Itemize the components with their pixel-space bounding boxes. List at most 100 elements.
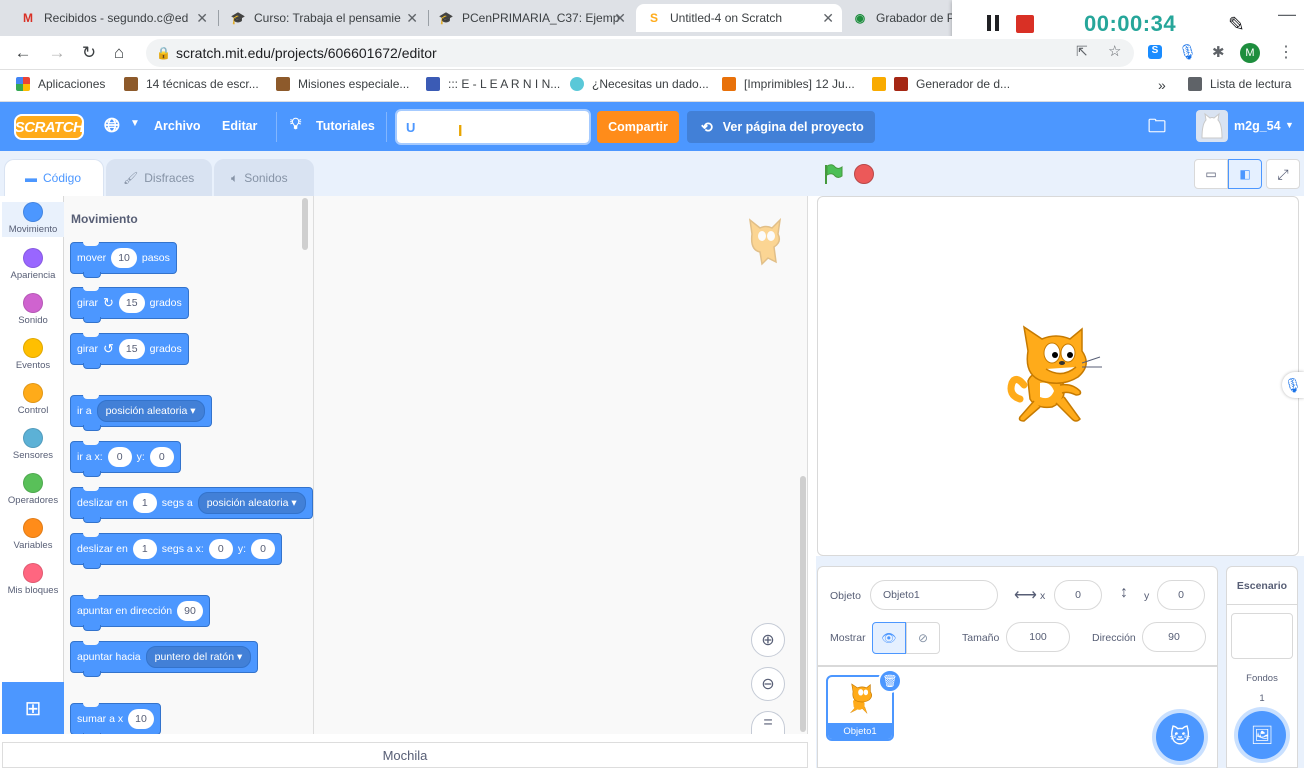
backpack-bar[interactable]: Mochila — [2, 742, 808, 768]
star-icon[interactable]: ☆ — [1108, 42, 1121, 60]
bookmark-tecnicas[interactable]: 14 técnicas de escr... — [124, 77, 259, 91]
browser-tab-gmail[interactable]: M Recibidos - segundo.c@ed ✕ — [10, 4, 216, 32]
microphone-extension-icon[interactable]: 🎙 — [1178, 43, 1197, 61]
block-go-to-xy[interactable]: ir a x: 0 y: 0 — [70, 441, 181, 477]
username[interactable]: m2g_54 — [1234, 119, 1281, 133]
user-avatar[interactable] — [1196, 110, 1228, 142]
choose-backdrop-button[interactable]: 🖼︎ — [1238, 711, 1286, 759]
bookmark-dado[interactable]: ¿Necesitas un dado... — [570, 77, 709, 91]
code-workspace[interactable] — [314, 196, 808, 734]
browser-tab-course[interactable]: 🎓 Curso: Trabaja el pensamie ✕ — [220, 4, 426, 32]
size-input[interactable]: 100 — [1006, 622, 1070, 652]
category-looks[interactable]: Apariencia — [2, 248, 64, 281]
close-icon[interactable]: ✕ — [614, 10, 626, 27]
extensions-puzzle-icon[interactable]: ✱ — [1212, 43, 1225, 61]
block-input[interactable]: 1 — [132, 539, 157, 559]
reading-list[interactable]: Lista de lectura — [1188, 77, 1291, 91]
delete-sprite-button[interactable]: 🗑︎ — [878, 669, 902, 693]
block-dropdown[interactable]: posición aleatoria ▾ — [197, 492, 306, 514]
microphone-icon[interactable]: 🎙 — [1282, 372, 1304, 398]
show-sprite-button[interactable]: 👁︎ — [872, 622, 906, 654]
my-stuff-folder-icon[interactable]: 🗀︎ — [1148, 114, 1166, 144]
stop-sign-button[interactable] — [854, 164, 874, 184]
browser-tab-pcenprimaria[interactable]: 🎓 PCenPRIMARIA_C37: Ejemp ✕ — [428, 4, 634, 32]
tab-costumes[interactable]: 🖌︎ Disfraces — [106, 159, 212, 197]
category-variables[interactable]: Variables — [2, 518, 64, 551]
close-icon[interactable]: ✕ — [822, 10, 834, 27]
category-sound[interactable]: Sonido — [2, 293, 64, 326]
category-motion[interactable]: Movimiento — [2, 202, 64, 237]
block-input[interactable]: 90 — [177, 601, 203, 621]
green-flag-button[interactable] — [822, 163, 844, 188]
block-input[interactable]: 10 — [128, 709, 154, 729]
sprite-name-input[interactable]: Objeto1 — [870, 580, 998, 610]
bookmark-generador[interactable]: Generador de d... — [872, 77, 1010, 91]
y-input[interactable]: 0 — [1157, 580, 1205, 610]
category-events[interactable]: Eventos — [2, 338, 64, 371]
brush-icon[interactable]: ✎ — [1228, 12, 1245, 37]
share-page-icon[interactable]: ⇱ — [1076, 43, 1088, 60]
block-point-towards[interactable]: apuntar hacia puntero del ratón ▾ — [70, 641, 259, 677]
small-stage-button[interactable]: ▭ — [1194, 159, 1228, 189]
bookmark-misiones[interactable]: Misiones especiale... — [276, 77, 409, 91]
block-point-in-direction[interactable]: apuntar en dirección 90 — [70, 595, 210, 631]
fullscreen-button[interactable]: ⤢ — [1266, 159, 1300, 189]
cat-sprite[interactable] — [1006, 325, 1106, 432]
stop-button[interactable] — [1016, 15, 1034, 33]
block-input[interactable]: 15 — [118, 339, 145, 359]
stage-canvas[interactable] — [817, 196, 1299, 556]
bookmark-elearning[interactable]: ::: E - L E A R N I N... — [426, 77, 560, 91]
project-title-input[interactable] — [395, 109, 591, 145]
direction-input[interactable]: 90 — [1142, 622, 1206, 652]
zoom-out-button[interactable]: ⊖ — [751, 667, 785, 701]
menu-edit[interactable]: Editar — [222, 119, 257, 133]
block-dropdown[interactable]: puntero del ratón ▾ — [145, 646, 252, 668]
category-operators[interactable]: Operadores — [2, 473, 64, 506]
menu-tutorials[interactable]: Tutoriales — [316, 119, 375, 133]
scratch-logo[interactable]: SCRATCH — [14, 114, 84, 140]
browser-tab-scratch[interactable]: S Untitled-4 on Scratch ✕ — [636, 4, 842, 32]
bookmark-imprimibles[interactable]: [Imprimibles] 12 Ju... — [722, 77, 855, 91]
bookmarks-overflow[interactable]: » — [1158, 77, 1166, 93]
category-my-blocks[interactable]: Mis bloques — [2, 563, 64, 596]
profile-avatar[interactable]: M — [1240, 43, 1260, 63]
menu-file[interactable]: Archivo — [154, 119, 201, 133]
url-field[interactable]: 🔒 scratch.mit.edu/projects/606601672/edi… — [146, 39, 1134, 67]
block-input[interactable]: 0 — [208, 539, 233, 559]
workspace-scrollbar[interactable] — [800, 476, 806, 732]
stage-panel[interactable]: Escenario Fondos 1 🖼︎ — [1226, 566, 1298, 768]
block-input[interactable]: 0 — [107, 447, 132, 467]
globe-icon[interactable]: 🌐︎ — [104, 115, 120, 138]
category-sensing[interactable]: Sensores — [2, 428, 64, 461]
see-project-page-button[interactable]: ⟲ Ver página del proyecto — [687, 111, 875, 143]
minimize-icon[interactable]: — — [1278, 4, 1296, 25]
block-glide-to-xy[interactable]: deslizar en 1 segs a x: 0 y: 0 — [70, 533, 282, 569]
add-extension-button[interactable]: ⊞ — [2, 682, 64, 734]
category-control[interactable]: Control — [2, 383, 64, 416]
block-move-steps[interactable]: mover 10 pasos — [70, 242, 177, 278]
x-input[interactable]: 0 — [1054, 580, 1102, 610]
forward-icon[interactable]: → — [46, 42, 68, 64]
bookmark-apps[interactable]: Aplicaciones — [16, 77, 105, 91]
block-dropdown[interactable]: posición aleatoria ▾ — [96, 400, 205, 422]
reload-icon[interactable]: ↻ — [78, 42, 100, 64]
block-go-to[interactable]: ir a posición aleatoria ▾ — [70, 395, 212, 431]
block-turn-left[interactable]: girar ↺ 15 grados — [70, 333, 189, 369]
choose-sprite-button[interactable]: 🐱︎ — [1156, 713, 1204, 761]
block-input[interactable]: 1 — [132, 493, 157, 513]
block-change-x[interactable]: sumar a x 10 — [70, 703, 161, 734]
normal-stage-button[interactable]: ◧ — [1228, 159, 1262, 189]
home-icon[interactable]: ⌂ — [108, 42, 130, 64]
skype-extension-icon[interactable]: S — [1148, 45, 1162, 59]
block-turn-right[interactable]: girar ↻ 15 grados — [70, 287, 189, 323]
hide-sprite-button[interactable]: ⊘ — [906, 622, 940, 654]
block-input[interactable]: 0 — [250, 539, 275, 559]
more-menu-icon[interactable]: ⋮ — [1278, 42, 1294, 62]
back-icon[interactable]: ← — [12, 42, 34, 64]
browser-tab-recorder[interactable]: ◉ Grabador de P — [842, 4, 954, 32]
share-button[interactable]: Compartir — [597, 111, 679, 143]
block-input[interactable]: 10 — [111, 248, 137, 268]
close-icon[interactable]: ✕ — [406, 10, 418, 27]
block-input[interactable]: 0 — [149, 447, 174, 467]
block-input[interactable]: 15 — [118, 293, 145, 313]
